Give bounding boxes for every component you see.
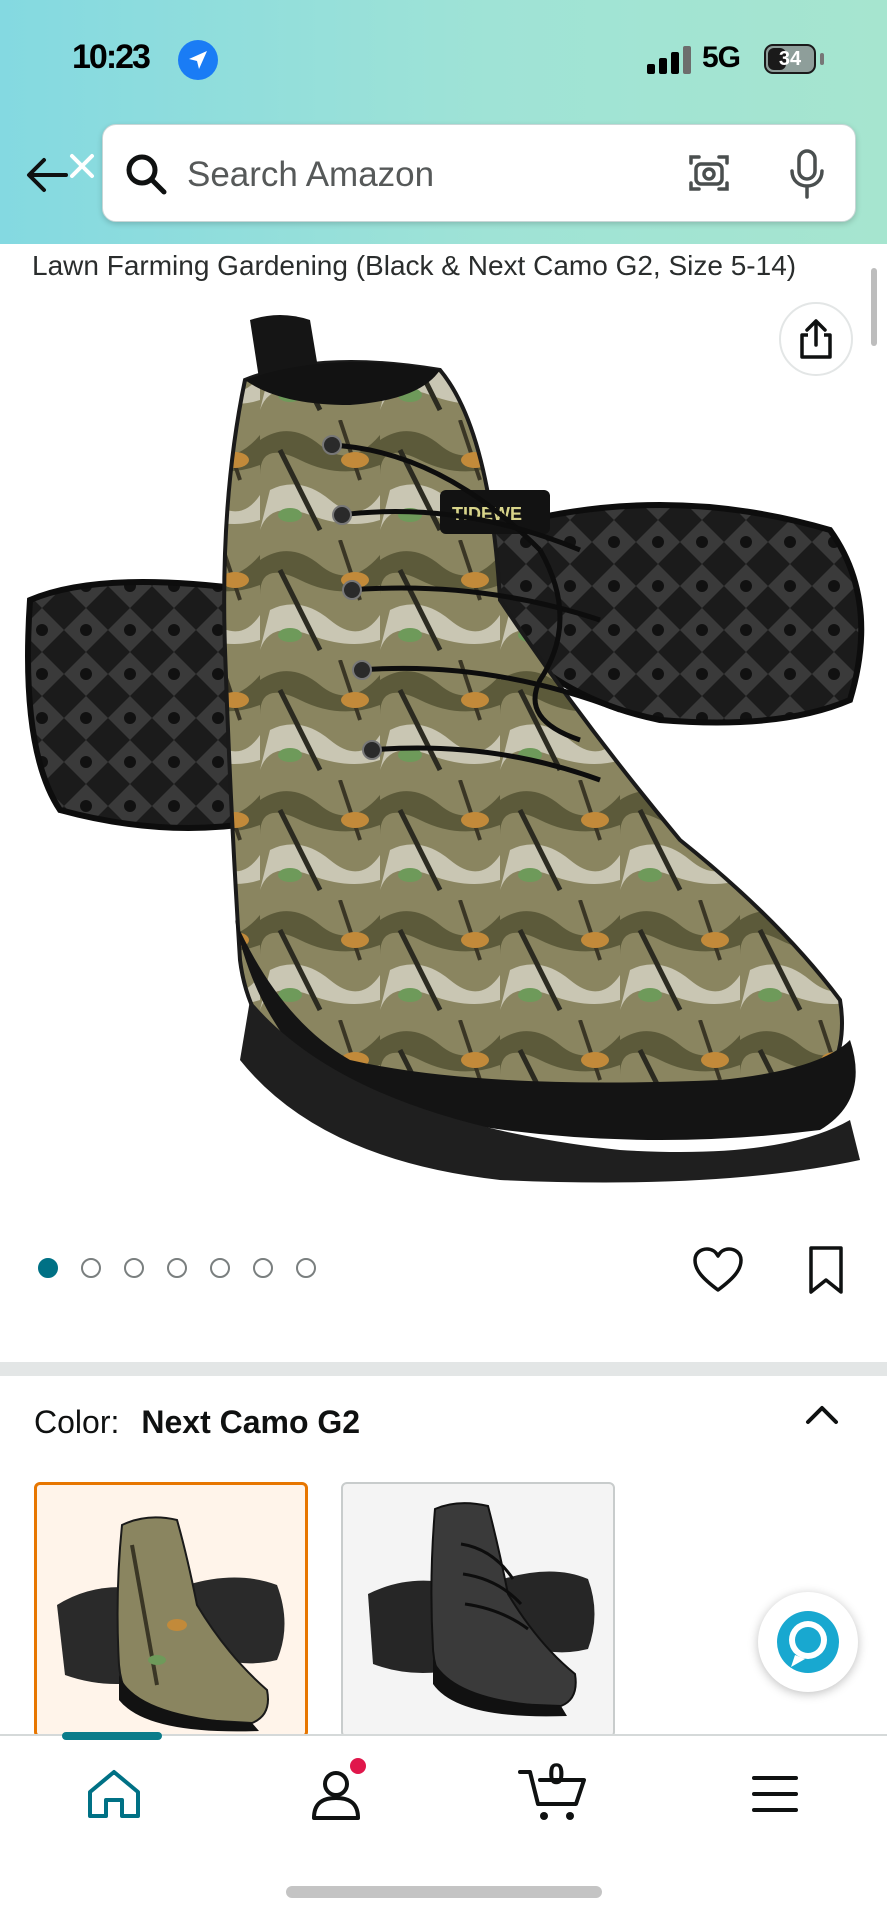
swatch-black-boot-image bbox=[368, 1502, 595, 1717]
section-divider bbox=[0, 1362, 887, 1376]
alexa-icon bbox=[777, 1611, 839, 1673]
chevron-up-icon[interactable] bbox=[800, 1398, 844, 1432]
cart-count-badge: 0 bbox=[548, 1758, 565, 1791]
carousel-dot[interactable] bbox=[81, 1258, 101, 1278]
color-selected-value: Next Camo G2 bbox=[141, 1404, 361, 1440]
color-label: Color: bbox=[34, 1404, 120, 1440]
search-input[interactable]: Search Amazon bbox=[187, 155, 434, 195]
menu-icon[interactable] bbox=[750, 1772, 800, 1816]
color-swatch-next-camo-g2[interactable] bbox=[34, 1482, 308, 1738]
search-bar[interactable]: Search Amazon bbox=[102, 124, 856, 222]
battery-indicator: 34 bbox=[764, 44, 816, 74]
image-carousel-dots[interactable] bbox=[38, 1258, 316, 1278]
signal-strength-icon bbox=[647, 46, 691, 74]
status-time: 10:23 bbox=[72, 38, 151, 76]
alexa-button[interactable] bbox=[758, 1592, 858, 1692]
share-button[interactable] bbox=[779, 302, 853, 376]
home-icon[interactable] bbox=[84, 1766, 144, 1822]
carousel-dot[interactable] bbox=[296, 1258, 316, 1278]
carousel-dot[interactable] bbox=[38, 1258, 58, 1278]
app-header: 10:23 5G 34 Search Amazon bbox=[0, 0, 887, 244]
carousel-dot[interactable] bbox=[167, 1258, 187, 1278]
carousel-dot[interactable] bbox=[210, 1258, 230, 1278]
network-label: 5G bbox=[702, 41, 741, 74]
account-icon[interactable] bbox=[308, 1766, 364, 1822]
mic-icon[interactable] bbox=[787, 147, 827, 199]
battery-cap bbox=[820, 53, 824, 65]
home-swipe-indicator bbox=[286, 1886, 602, 1898]
product-title: Lawn Farming Gardening (Black & Next Cam… bbox=[32, 250, 797, 281]
carousel-dot[interactable] bbox=[253, 1258, 273, 1278]
color-swatch-black[interactable] bbox=[341, 1482, 615, 1738]
heart-icon[interactable] bbox=[692, 1246, 744, 1294]
swatch-camo-boot-image bbox=[57, 1516, 285, 1732]
scroll-indicator bbox=[871, 268, 877, 346]
battery-level: 34 bbox=[778, 47, 802, 70]
back-arrow-icon[interactable] bbox=[22, 150, 98, 200]
share-icon bbox=[800, 319, 832, 359]
location-arrow-icon bbox=[178, 40, 218, 80]
camera-icon[interactable] bbox=[685, 149, 733, 197]
product-image[interactable]: TIDEWE bbox=[20, 300, 870, 1200]
active-tab-indicator bbox=[62, 1732, 162, 1740]
search-icon bbox=[126, 154, 167, 195]
color-selector-header[interactable]: Color: Next Camo G2 bbox=[34, 1404, 360, 1441]
account-notification-dot bbox=[350, 1758, 366, 1774]
bookmark-icon[interactable] bbox=[806, 1244, 846, 1296]
carousel-dot[interactable] bbox=[124, 1258, 144, 1278]
